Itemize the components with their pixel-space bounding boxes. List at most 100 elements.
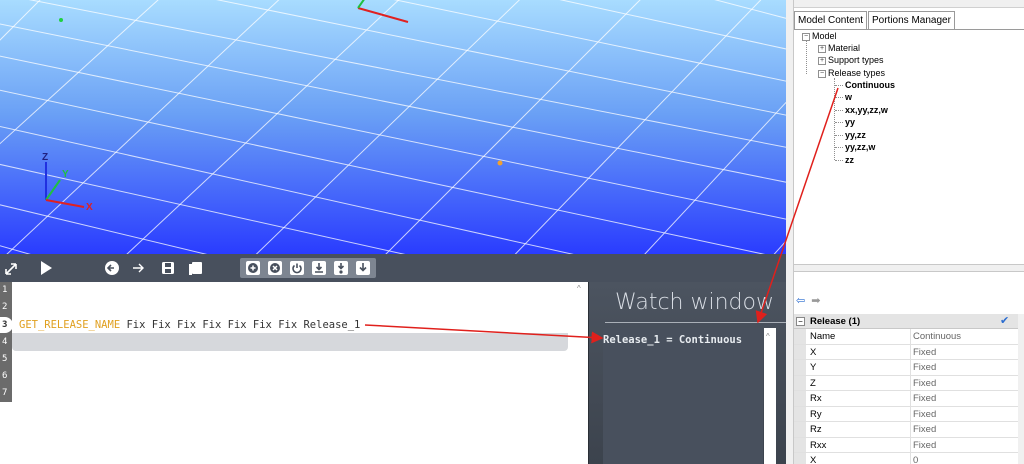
- collapse-icon[interactable]: −: [796, 317, 805, 326]
- property-row[interactable]: Rz Fixed: [794, 422, 1018, 438]
- 3d-viewport[interactable]: Z Y X: [0, 0, 786, 254]
- tab-model-content[interactable]: Model Content: [794, 11, 868, 30]
- row-gutter: [794, 422, 806, 437]
- watch-window-title: Watch window: [615, 290, 774, 315]
- tree-node-label: Release types: [828, 68, 886, 78]
- step-down-icon[interactable]: [356, 261, 370, 275]
- tree-guide: [835, 160, 843, 161]
- node-marker[interactable]: [59, 18, 63, 22]
- property-grid-title: Release (1): [810, 316, 861, 327]
- code-arguments: Fix Fix Fix Fix Fix Fix Fix Release_1: [120, 319, 361, 331]
- z-axis-label: Z: [42, 152, 48, 163]
- property-name: X: [808, 453, 911, 464]
- tree-leaf-release[interactable]: Continuous: [845, 79, 895, 91]
- tree-leaf-release[interactable]: xx,yy,zz,w: [845, 104, 888, 116]
- current-line-highlight: [12, 333, 568, 351]
- tree-leaf-release[interactable]: yy,zz,w: [845, 141, 875, 153]
- watch-scrollbar[interactable]: ^: [764, 328, 776, 464]
- tree-node-support-types[interactable]: + Support types: [818, 54, 884, 66]
- property-row[interactable]: X 0: [794, 453, 1018, 464]
- scroll-up-icon[interactable]: ^: [577, 284, 581, 293]
- property-row[interactable]: Name Continuous: [794, 329, 1018, 345]
- line-number: 4: [2, 337, 8, 347]
- property-value[interactable]: Fixed: [911, 422, 1018, 437]
- tree-node-material[interactable]: + Material: [818, 42, 860, 54]
- axis-triad: Z Y X: [42, 152, 93, 213]
- property-value[interactable]: 0: [911, 453, 1018, 464]
- tree-leaf-release[interactable]: yy: [845, 116, 855, 128]
- tree-guide: [835, 85, 843, 86]
- row-gutter: [794, 344, 806, 359]
- property-name: Ry: [808, 406, 911, 421]
- tree-leaf-release[interactable]: w: [845, 91, 852, 103]
- tree-guide: [835, 135, 843, 136]
- property-row[interactable]: Ry Fixed: [794, 406, 1018, 422]
- save-icon[interactable]: [161, 258, 175, 278]
- code-editor[interactable]: 1 2 3 4 5 6 7 GET_RELEASE_NAME Fix Fix F…: [0, 282, 588, 464]
- property-row[interactable]: Rx Fixed: [794, 391, 1018, 407]
- property-name: Y: [808, 360, 911, 375]
- tree-guide: [835, 147, 843, 148]
- power-icon[interactable]: [290, 261, 304, 275]
- row-gutter: [794, 406, 806, 421]
- property-value[interactable]: Fixed: [911, 360, 1018, 375]
- property-value[interactable]: Fixed: [911, 407, 1018, 422]
- step-into-icon[interactable]: [334, 261, 348, 275]
- property-name: X: [808, 344, 911, 359]
- tree-node-model[interactable]: − Model: [802, 30, 837, 42]
- play-icon[interactable]: [38, 258, 54, 278]
- checkmark-icon[interactable]: ✔: [1000, 315, 1009, 327]
- row-gutter: [794, 453, 806, 464]
- property-value[interactable]: Fixed: [911, 438, 1018, 453]
- property-value[interactable]: Fixed: [911, 391, 1018, 406]
- expand-icon[interactable]: +: [818, 44, 826, 53]
- tree-node-label: Support types: [828, 55, 884, 65]
- property-grid-scrollbar[interactable]: [1018, 314, 1024, 464]
- node-marker[interactable]: [497, 160, 503, 166]
- collapse-icon[interactable]: −: [818, 69, 826, 78]
- scroll-up-icon[interactable]: ^: [766, 332, 770, 341]
- property-name: Rxx: [808, 437, 911, 452]
- property-row[interactable]: X Fixed: [794, 344, 1018, 360]
- property-grid-header[interactable]: − Release (1) ✔: [794, 314, 1018, 329]
- property-value[interactable]: Continuous: [911, 329, 1018, 344]
- forward-arrow-icon[interactable]: [131, 258, 145, 278]
- tree-node-label: Model: [812, 31, 837, 41]
- code-keyword: GET_RELEASE_NAME: [19, 319, 121, 331]
- expand-icon[interactable]: [4, 258, 18, 278]
- code-line[interactable]: GET_RELEASE_NAME Fix Fix Fix Fix Fix Fix…: [19, 318, 360, 332]
- add-icon[interactable]: [246, 261, 260, 275]
- remove-icon[interactable]: [268, 261, 282, 275]
- back-arrow-icon[interactable]: ⇦: [796, 295, 805, 307]
- expand-icon[interactable]: +: [818, 56, 826, 65]
- line-number: 5: [2, 354, 8, 364]
- property-value[interactable]: Fixed: [911, 376, 1018, 391]
- copy-icon[interactable]: [188, 258, 204, 278]
- property-row[interactable]: Z Fixed: [794, 375, 1018, 391]
- row-gutter: [794, 360, 806, 375]
- tree-leaf-release[interactable]: yy,zz: [845, 129, 866, 141]
- panel-splitter[interactable]: [794, 264, 1024, 272]
- row-gutter: [794, 391, 806, 406]
- row-gutter: [794, 329, 806, 344]
- y-axis-label: Y: [62, 169, 69, 180]
- back-circle-icon[interactable]: [104, 258, 120, 278]
- tree-node-release-types[interactable]: − Release types: [818, 67, 885, 79]
- panel-splitter[interactable]: [786, 0, 794, 464]
- property-row[interactable]: Rxx Fixed: [794, 437, 1018, 453]
- property-value[interactable]: Fixed: [911, 345, 1018, 360]
- property-row[interactable]: Y Fixed: [794, 360, 1018, 376]
- editor-scrollbar[interactable]: ^: [575, 282, 587, 464]
- property-name: Rx: [808, 391, 911, 406]
- watch-content[interactable]: [603, 328, 763, 464]
- grid-plane: Z Y X: [0, 0, 786, 254]
- tree-guide: [835, 97, 843, 98]
- debug-button-group: [240, 258, 376, 278]
- download-icon[interactable]: [312, 261, 326, 275]
- forward-arrow-icon[interactable]: ➡: [811, 295, 820, 307]
- collapse-icon[interactable]: −: [802, 32, 810, 41]
- watch-window: Watch window Release_1 = Continuous ^: [588, 282, 787, 464]
- tree-guide: [806, 40, 807, 74]
- tree-leaf-release[interactable]: zz: [845, 154, 854, 166]
- tab-portions-manager[interactable]: Portions Manager: [868, 11, 955, 30]
